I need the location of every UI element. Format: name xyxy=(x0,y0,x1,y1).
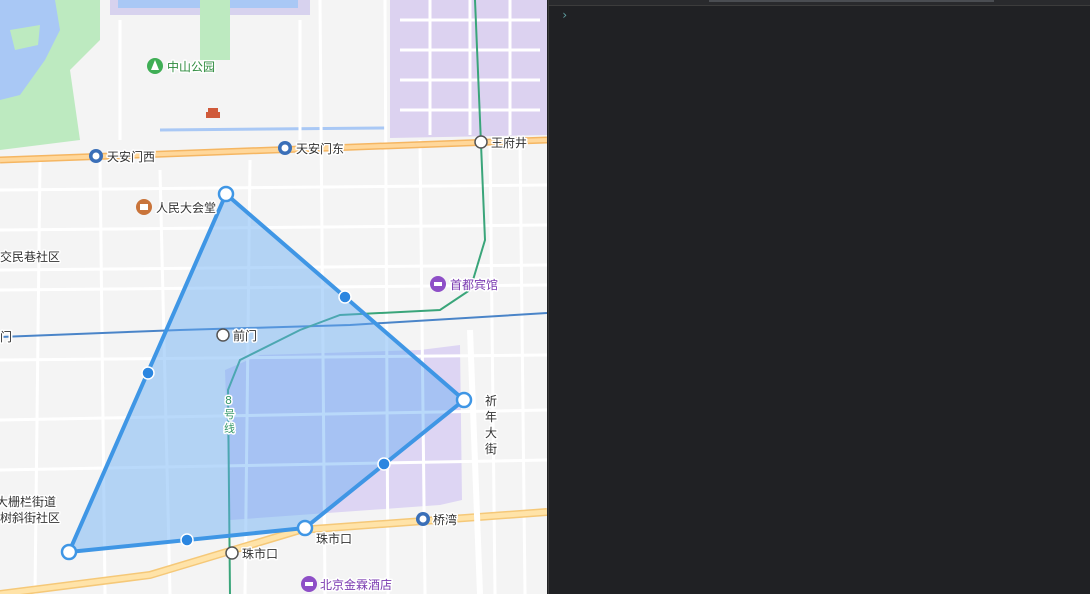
qianmen-station-label[interactable]: 前门 xyxy=(232,327,259,345)
dashilan-label: 大栅栏街道 xyxy=(0,494,56,509)
line8-label-char: 号 xyxy=(224,408,235,421)
shuxiejie-label: 树斜街社区 xyxy=(0,510,60,525)
capital-hotel-label[interactable]: 首都宾馆 xyxy=(449,276,500,294)
polygon-vertex-handle[interactable] xyxy=(455,391,473,409)
console-prompt-icon[interactable]: › xyxy=(561,8,568,22)
landmark-pin-icon[interactable] xyxy=(136,199,152,215)
great-hall-label[interactable]: 人民大会堂 xyxy=(155,200,218,217)
wangfujing-label[interactable]: 王府井 xyxy=(490,134,529,152)
qiaowan-station-label[interactable]: 桥湾 xyxy=(432,511,459,529)
polygon-midpoint-handle[interactable] xyxy=(338,290,352,304)
transfer-station-icon[interactable] xyxy=(216,328,230,342)
qinian-street-label-char: 街 xyxy=(485,442,497,456)
garden-strip xyxy=(200,0,230,60)
transfer-station-icon[interactable] xyxy=(225,546,239,560)
river-line xyxy=(159,126,386,132)
park-pin-icon[interactable] xyxy=(147,58,163,74)
polygon-midpoint-handle[interactable] xyxy=(141,366,155,380)
metro-station-icon[interactable] xyxy=(416,512,430,526)
polygon-vertex-handle[interactable] xyxy=(60,543,78,561)
tiananmen-west-label[interactable]: 天安门西 xyxy=(106,148,157,166)
polygon-midpoint-handle[interactable] xyxy=(377,457,391,471)
line8-label-char: 线 xyxy=(224,421,235,435)
transfer-station-icon[interactable] xyxy=(474,135,488,149)
map-view[interactable]: 中山公园 天安门西 天安门东 王府井 人民大会堂 交民巷社区 首都宾馆 门 前门… xyxy=(0,0,547,594)
zhushikou-station-label[interactable]: 珠市口 xyxy=(241,545,280,563)
polygon-vertex-handle[interactable] xyxy=(217,185,235,203)
zhushikou-road-label: 珠市口 xyxy=(316,531,352,546)
tiananmen-east-label[interactable]: 天安门东 xyxy=(295,140,346,158)
qinian-street-label-char: 年 xyxy=(485,410,497,424)
jiaominxiang-label: 交民巷社区 xyxy=(0,249,60,264)
jinglun-hotel-label[interactable]: 北京金霖酒店 xyxy=(319,576,394,594)
console-tab-indicator[interactable] xyxy=(709,0,994,2)
line8-label-char: 8 xyxy=(225,394,232,407)
qinian-street-label-char: 祈 xyxy=(485,394,497,408)
hotel-pin-icon[interactable] xyxy=(301,576,317,592)
metro-station-icon[interactable] xyxy=(89,149,103,163)
qianmen-partial-label: 门 xyxy=(0,329,12,344)
console-toolbar xyxy=(549,0,1090,6)
gate-icon xyxy=(206,108,220,118)
map-canvas[interactable]: 中山公园 天安门西 天安门东 王府井 人民大会堂 交民巷社区 首都宾馆 门 前门… xyxy=(0,0,547,594)
qinian-street-label-char: 大 xyxy=(485,426,497,440)
polygon-midpoint-handle[interactable] xyxy=(180,533,194,547)
polygon-vertex-handle[interactable] xyxy=(296,519,314,537)
metro-station-icon[interactable] xyxy=(278,141,292,155)
devtools-console-panel[interactable]: › xyxy=(548,0,1090,594)
hotel-pin-icon[interactable] xyxy=(430,276,446,292)
zhongshan-park-label[interactable]: 中山公园 xyxy=(166,58,217,76)
